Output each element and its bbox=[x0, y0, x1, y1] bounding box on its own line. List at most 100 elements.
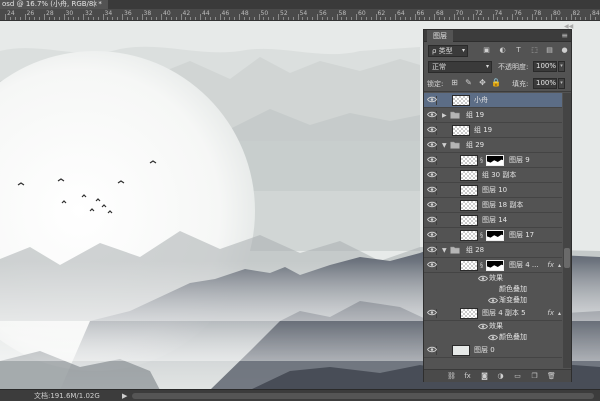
fx-icon[interactable]: fx bbox=[547, 258, 554, 273]
layer-list-scrollbar[interactable] bbox=[563, 93, 571, 368]
fx-icon[interactable]: fx bbox=[547, 306, 554, 321]
lock-transparent-icon[interactable]: ⊞ bbox=[450, 78, 459, 88]
chevron-down-icon[interactable]: ▴ bbox=[558, 258, 561, 273]
ruler-label: 56 bbox=[319, 10, 327, 17]
shape-filter-icon[interactable]: ⬚ bbox=[530, 46, 539, 55]
scrollbar-thumb[interactable] bbox=[564, 248, 570, 268]
ruler-minor-tick bbox=[331, 17, 333, 20]
ruler-minor-tick bbox=[234, 17, 236, 20]
visibility-eye-icon[interactable] bbox=[427, 141, 437, 150]
visibility-eye-icon[interactable] bbox=[427, 231, 437, 240]
visibility-eye-icon[interactable] bbox=[427, 216, 437, 225]
ruler-label: 52 bbox=[280, 10, 288, 17]
blend-mode-select[interactable]: 正常 ▾ bbox=[428, 61, 492, 73]
add-style-icon[interactable]: fx bbox=[463, 372, 472, 381]
smart-object-filter-icon[interactable]: ▤ bbox=[545, 46, 554, 55]
opacity-input[interactable]: 100% bbox=[533, 61, 557, 72]
layer-row[interactable]: 图层 10 bbox=[424, 183, 562, 198]
adjustment-layer-icon[interactable]: ◑ bbox=[496, 372, 505, 381]
panel-menu-icon[interactable]: ≡ bbox=[561, 30, 568, 41]
ruler-minor-tick bbox=[136, 17, 138, 20]
visibility-eye-icon[interactable] bbox=[427, 156, 437, 165]
visibility-eye-icon[interactable] bbox=[427, 201, 437, 210]
effect-visibility-icon[interactable] bbox=[477, 323, 489, 330]
layers-panel-header: 图层 ≡ bbox=[424, 30, 571, 42]
visibility-eye-icon[interactable] bbox=[427, 126, 437, 135]
layer-row[interactable]: § 图层 4 ... fx ▴ bbox=[424, 258, 562, 273]
ruler-minor-tick bbox=[39, 17, 41, 20]
text-filter-icon[interactable]: T bbox=[514, 46, 523, 55]
layer-filter-row: ρ 类型 ▾ ▣ ◐ T ⬚ ▤ ● bbox=[424, 43, 571, 60]
opacity-dropdown[interactable]: ▾ bbox=[558, 61, 565, 72]
visibility-eye-icon[interactable] bbox=[427, 246, 437, 255]
delete-layer-icon[interactable]: 🗑 bbox=[547, 372, 556, 381]
new-group-icon[interactable]: ▭ bbox=[513, 372, 522, 381]
mask-link-icon[interactable]: § bbox=[480, 231, 485, 240]
ruler-minor-tick bbox=[73, 17, 75, 20]
layer-effect-row[interactable]: 颜色叠加 bbox=[424, 332, 562, 343]
layer-mask-thumbnail[interactable] bbox=[486, 230, 504, 241]
link-layers-icon[interactable]: ⛓ bbox=[447, 372, 456, 381]
new-layer-icon[interactable]: ❐ bbox=[530, 372, 539, 381]
effect-visibility-icon[interactable] bbox=[487, 297, 499, 304]
layer-thumbnail bbox=[460, 308, 478, 319]
visibility-eye-icon[interactable] bbox=[427, 111, 437, 120]
ruler-label: 40 bbox=[163, 10, 171, 17]
layer-row[interactable]: § 图层 17 bbox=[424, 228, 562, 243]
status-menu-arrow[interactable]: ▶ bbox=[122, 391, 127, 401]
ruler-minor-tick bbox=[112, 17, 114, 20]
layer-row[interactable]: 图层 0 bbox=[424, 343, 562, 358]
layer-row[interactable]: 图层 4 副本 5 fx ▴ bbox=[424, 306, 562, 321]
chevron-right-icon[interactable]: ▶ bbox=[442, 109, 447, 122]
image-filter-icon[interactable]: ▣ bbox=[482, 46, 491, 55]
visibility-eye-icon[interactable] bbox=[427, 96, 437, 105]
ruler-minor-tick bbox=[175, 17, 177, 20]
chevron-down-icon[interactable]: ▼ bbox=[442, 139, 447, 152]
ruler-minor-tick bbox=[253, 17, 255, 20]
layer-effect-row[interactable]: 效果 bbox=[424, 273, 562, 284]
layer-row[interactable]: § 图层 9 bbox=[424, 153, 562, 168]
layer-row[interactable]: 组 30 副本 bbox=[424, 168, 562, 183]
ruler-label: 46 bbox=[221, 10, 230, 17]
lock-position-icon[interactable]: ✥ bbox=[478, 78, 487, 88]
layer-group-row[interactable]: ▶ 组 19 bbox=[424, 108, 562, 123]
document-tab-bar: osd @ 16.7% (小舟, RGB/8) * × bbox=[0, 0, 600, 9]
ruler-minor-tick bbox=[468, 17, 470, 20]
layer-row[interactable]: 组 19 bbox=[424, 123, 562, 138]
effect-visibility-icon[interactable] bbox=[487, 334, 499, 341]
visibility-eye-icon[interactable] bbox=[427, 346, 437, 355]
visibility-eye-icon[interactable] bbox=[427, 186, 437, 195]
effect-visibility-icon[interactable] bbox=[477, 275, 489, 282]
mask-link-icon[interactable]: § bbox=[480, 156, 485, 165]
visibility-eye-icon[interactable] bbox=[427, 309, 437, 318]
visibility-eye-icon[interactable] bbox=[427, 261, 437, 270]
layer-group-row[interactable]: ▼ 组 28 bbox=[424, 243, 562, 258]
ruler-minor-tick bbox=[312, 17, 314, 20]
layer-row[interactable]: 图层 18 副本 bbox=[424, 198, 562, 213]
fill-dropdown[interactable]: ▾ bbox=[558, 78, 565, 89]
layer-mask-thumbnail[interactable] bbox=[486, 260, 504, 271]
close-icon[interactable]: × bbox=[92, 0, 98, 9]
layer-mask-thumbnail[interactable] bbox=[486, 155, 504, 166]
layer-thumbnail bbox=[460, 155, 478, 166]
layer-effect-row[interactable]: 效果 bbox=[424, 321, 562, 332]
layer-row[interactable]: 图层 14 bbox=[424, 213, 562, 228]
filter-kind-select[interactable]: ρ 类型 ▾ bbox=[428, 45, 468, 57]
layer-group-row[interactable]: ▼ 组 29 bbox=[424, 138, 562, 153]
lock-all-icon[interactable]: 🔒 bbox=[491, 78, 501, 88]
fill-input[interactable]: 100% bbox=[533, 78, 557, 89]
layer-row[interactable]: 小舟 bbox=[424, 93, 562, 108]
chevron-down-icon[interactable]: ▴ bbox=[558, 306, 561, 321]
ruler-major-tick bbox=[200, 14, 201, 20]
adjustment-filter-icon[interactable]: ◐ bbox=[498, 46, 507, 55]
visibility-eye-icon[interactable] bbox=[427, 171, 437, 180]
add-mask-icon[interactable]: ◙ bbox=[480, 372, 489, 381]
lock-image-icon[interactable]: ✎ bbox=[464, 78, 473, 88]
layer-effect-row[interactable]: 颜色叠加 bbox=[424, 284, 562, 295]
horizontal-scrollbar[interactable] bbox=[132, 393, 594, 399]
chevron-down-icon[interactable]: ▼ bbox=[442, 244, 447, 257]
layers-panel-tab[interactable]: 图层 bbox=[427, 30, 453, 42]
filter-toggle-icon[interactable]: ● bbox=[560, 46, 569, 55]
mask-link-icon[interactable]: § bbox=[480, 261, 485, 270]
layer-effect-row[interactable]: 渐变叠加 bbox=[424, 295, 562, 306]
